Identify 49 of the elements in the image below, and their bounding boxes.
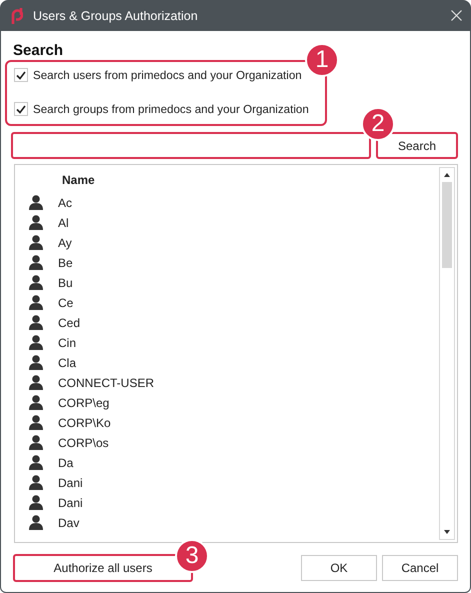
user-icon	[29, 515, 43, 531]
user-name[interactable]: Ce	[58, 296, 74, 310]
user-icon	[29, 395, 43, 411]
ok-button[interactable]: OK	[301, 555, 377, 581]
checkbox-label: Search groups from primedocs and your Organization	[33, 102, 309, 116]
column-header[interactable]: Name	[62, 173, 95, 193]
user-icon	[29, 295, 43, 311]
user-name[interactable]: Al	[58, 216, 69, 230]
user-name[interactable]: Dav	[58, 516, 80, 530]
user-icon	[29, 355, 43, 371]
window-title: Users & Groups Authorization	[33, 8, 199, 22]
app-logo-icon	[11, 8, 23, 24]
user-icon	[29, 215, 43, 231]
user-name[interactable]: Be	[58, 256, 73, 270]
user-name[interactable]: Ay	[58, 236, 72, 250]
user-name[interactable]: Da	[58, 456, 74, 470]
user-name[interactable]: Ced	[58, 316, 80, 330]
user-name[interactable]: Ac	[58, 196, 72, 210]
user-name[interactable]: Cin	[58, 336, 76, 350]
section-heading: Search	[13, 42, 64, 59]
checkbox-label: Search users from primedocs and your Organization	[33, 68, 302, 82]
user-icon	[29, 235, 43, 251]
user-name[interactable]: Bu	[58, 276, 73, 290]
user-icon	[29, 315, 43, 331]
user-name[interactable]: CONNECT-USER	[58, 376, 154, 390]
user-name[interactable]: Cla	[58, 356, 76, 370]
checkbox[interactable]	[14, 102, 28, 116]
scrollbar[interactable]	[439, 167, 455, 540]
user-name[interactable]: Dani	[58, 496, 83, 510]
user-icon	[29, 375, 43, 391]
user-icon	[29, 415, 43, 431]
user-icon	[29, 435, 43, 451]
user-icon	[29, 195, 43, 211]
user-icon	[29, 335, 43, 351]
user-name[interactable]: CORP\eg	[58, 396, 110, 410]
user-name[interactable]: Dani	[58, 476, 83, 490]
user-icon	[29, 495, 43, 511]
user-icon	[29, 255, 43, 271]
user-icon	[29, 275, 43, 291]
cancel-button[interactable]: Cancel	[382, 555, 458, 581]
user-icon	[29, 455, 43, 471]
scrollbar-thumb[interactable]	[442, 182, 452, 268]
search-field[interactable]	[11, 132, 371, 159]
user-icon	[29, 475, 43, 491]
checkbox[interactable]	[14, 68, 28, 82]
user-name[interactable]: CORP\Ko	[58, 416, 111, 430]
close-icon[interactable]	[451, 10, 462, 21]
search-button[interactable]: Search	[376, 132, 458, 159]
user-name[interactable]: CORP\os	[58, 436, 109, 450]
